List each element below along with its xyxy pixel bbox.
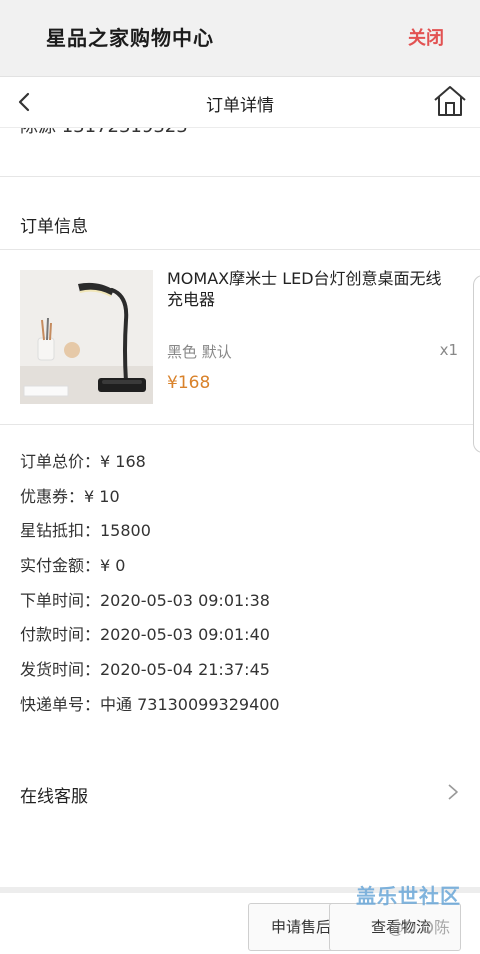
divider: [0, 249, 480, 250]
lamp-illustration: [20, 270, 153, 404]
divider: [0, 176, 480, 177]
product-item[interactable]: MOMAX摩米士 LED台灯创意桌面无线充电器 黑色 默认 x1 ¥168: [20, 269, 460, 404]
order-detail-page: 星品之家购物中心 关闭 陈源 13172319323 订单详情 订单信息: [0, 0, 480, 954]
page-title: 订单详情: [206, 96, 274, 116]
order-total: 订单总价：¥ 168: [20, 452, 146, 471]
navigation-bar: 订单详情: [0, 77, 480, 128]
section-title: 订单信息: [20, 217, 88, 237]
coupon: 优惠券：¥ 10: [20, 486, 120, 506]
divider: [0, 424, 480, 425]
tracking-number: 快递单号：中通 73130099329400: [20, 694, 280, 714]
online-service-label: 在线客服: [20, 787, 88, 807]
payment-time: 付款时间：2020-05-03 09:01:40: [20, 625, 270, 645]
product-spec: 黑色 默认: [167, 343, 232, 361]
chevron-right-icon: [448, 784, 458, 800]
product-quantity: x1: [439, 341, 458, 359]
watermark-user: @D O陈: [388, 918, 451, 937]
product-image: [20, 270, 153, 404]
edge-panel-handle[interactable]: [473, 275, 480, 453]
close-button[interactable]: 关闭: [408, 24, 444, 50]
product-name: MOMAX摩米士 LED台灯创意桌面无线充电器: [167, 269, 442, 309]
order-info-list: 订单总价：¥ 168 优惠券：¥ 10 星钻抵扣：15800 实付金额：¥ 0 …: [20, 452, 280, 730]
online-service-row[interactable]: 在线客服: [0, 772, 480, 814]
star-diamond-deduction: 星钻抵扣：15800: [20, 521, 151, 541]
app-title: 星品之家购物中心: [46, 26, 214, 50]
product-price: ¥168: [167, 373, 211, 393]
watermark-title: 盖乐世社区: [356, 884, 461, 908]
order-time: 下单时间：2020-05-03 09:01:38: [20, 590, 270, 610]
paid-amount: 实付金额：¥ 0: [20, 556, 126, 576]
shipping-time: 发货时间：2020-05-04 21:37:45: [20, 660, 270, 680]
home-icon[interactable]: [432, 83, 468, 119]
window-titlebar: 星品之家购物中心 关闭: [0, 0, 480, 77]
